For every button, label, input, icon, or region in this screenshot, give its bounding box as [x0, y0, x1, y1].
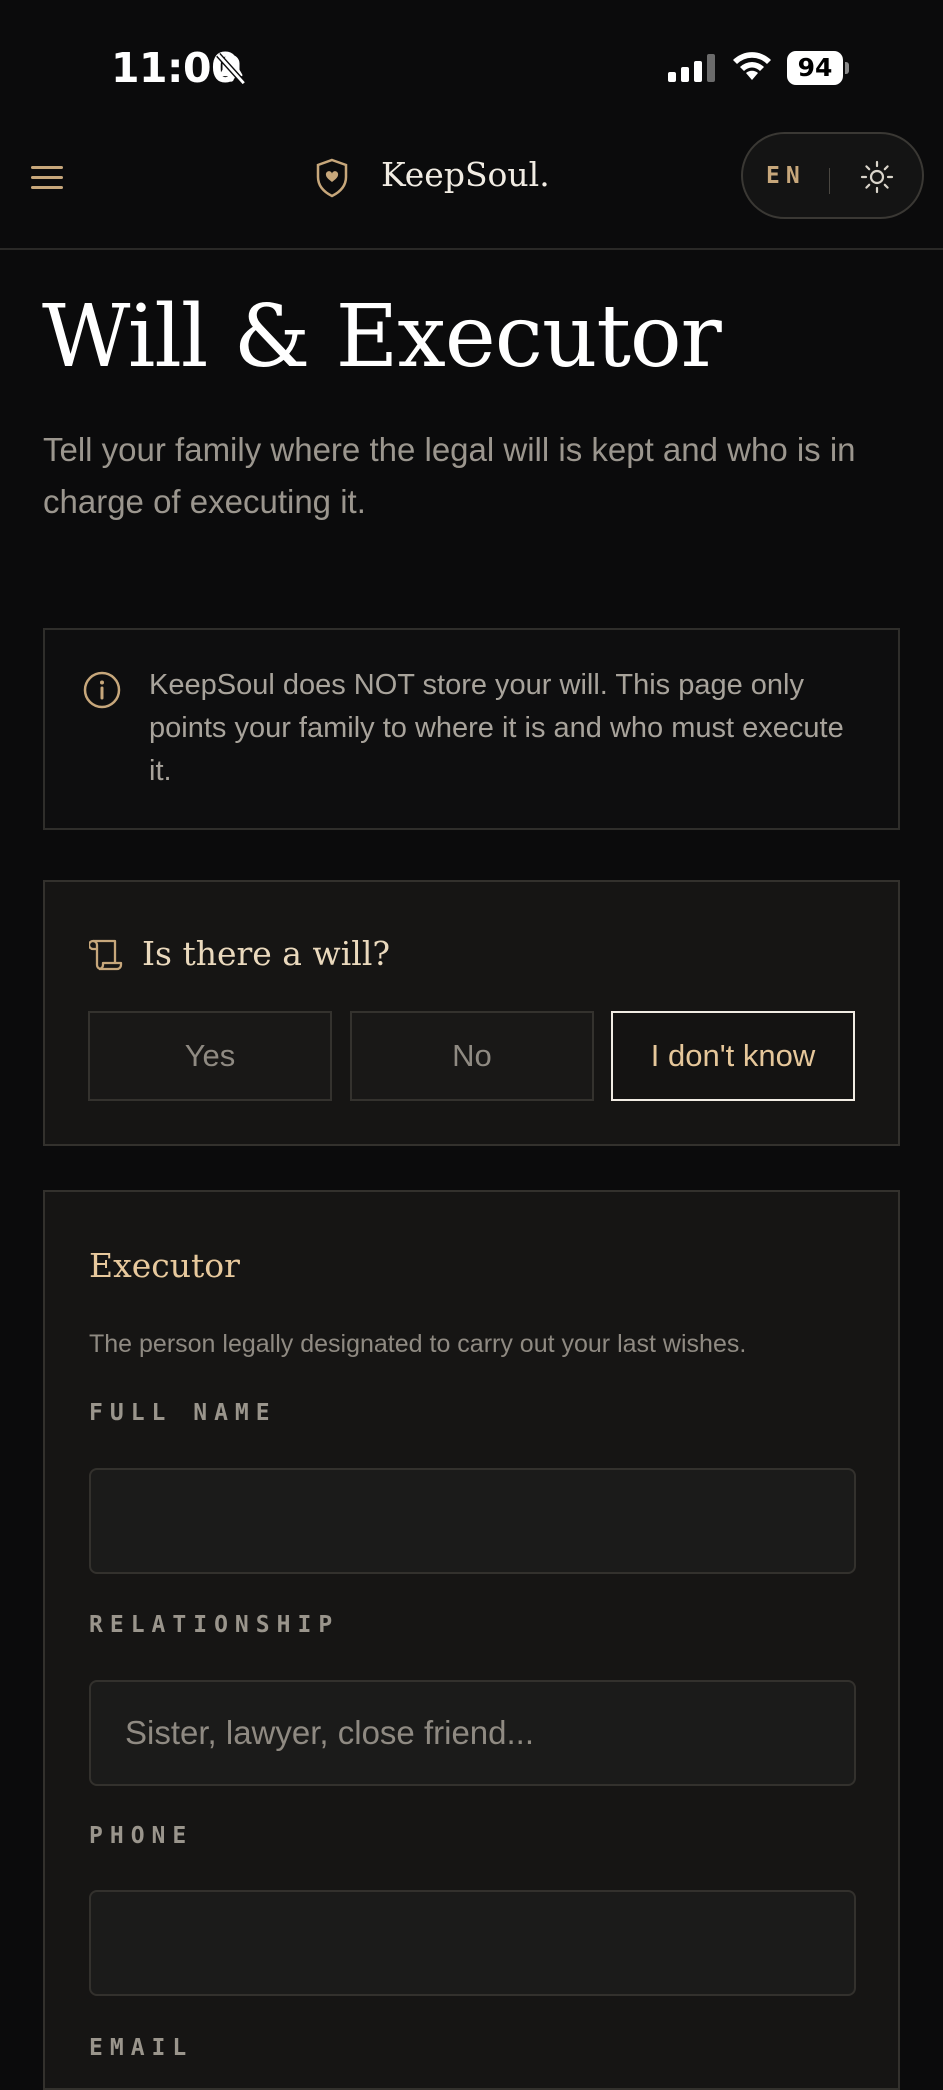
hamburger-menu-icon[interactable] — [31, 161, 65, 195]
will-option-no[interactable]: No — [350, 1011, 594, 1101]
bell-off-icon — [214, 52, 248, 90]
wifi-icon — [731, 50, 773, 86]
cellular-signal-icon — [668, 54, 716, 86]
email-label: EMAIL — [89, 2035, 194, 2061]
executor-title: Executor — [89, 1246, 240, 1285]
status-bar: 11:00 94 — [0, 0, 943, 130]
info-notice: KeepSoul does NOT store your will. This … — [43, 628, 900, 830]
brand-name[interactable]: KeepSoul. — [381, 155, 550, 194]
will-option-yes[interactable]: Yes — [88, 1011, 332, 1101]
divider — [829, 168, 830, 194]
relationship-label: RELATIONSHIP — [89, 1612, 340, 1638]
full-name-input[interactable] — [89, 1468, 856, 1574]
battery-level: 94 — [787, 51, 843, 85]
executor-description: The person legally designated to carry o… — [89, 1330, 747, 1358]
page-title: Will & Executor — [42, 287, 722, 387]
will-option-dont-know[interactable]: I don't know — [611, 1011, 855, 1101]
battery-icon: 94 — [787, 51, 849, 85]
will-status-card: Is there a will? Yes No I don't know — [43, 880, 900, 1146]
language-toggle[interactable]: EN — [766, 163, 806, 189]
phone-label: PHONE — [89, 1823, 194, 1849]
shield-heart-logo-icon — [315, 158, 349, 202]
language-theme-switcher: EN — [741, 132, 924, 219]
app-header: KeepSoul. EN — [0, 130, 943, 250]
executor-card: Executor The person legally designated t… — [43, 1190, 900, 2090]
will-question: Is there a will? — [142, 934, 391, 973]
scroll-icon — [87, 939, 123, 975]
phone-input[interactable] — [89, 1890, 856, 1996]
theme-toggle-sun-icon[interactable] — [860, 160, 894, 198]
full-name-label: FULL NAME — [89, 1400, 277, 1426]
info-icon — [82, 670, 122, 714]
relationship-input[interactable] — [89, 1680, 856, 1786]
info-text: KeepSoul does NOT store your will. This … — [149, 669, 844, 787]
page-subtitle: Tell your family where the legal will is… — [43, 431, 856, 520]
